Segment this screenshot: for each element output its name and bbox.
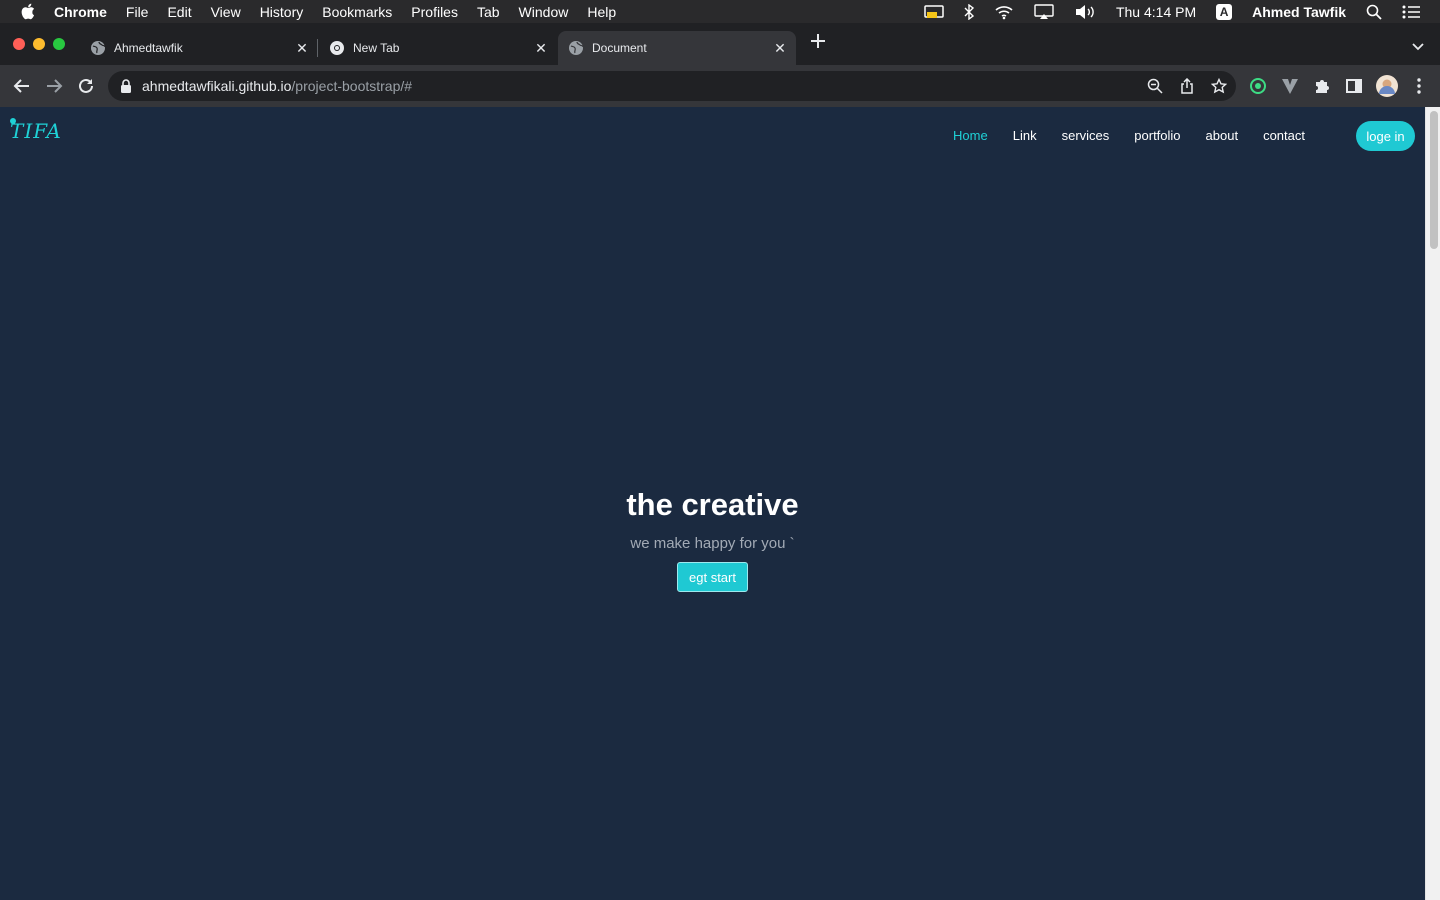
tab-search-chevron-icon[interactable]	[1408, 36, 1428, 56]
bookmark-star-icon[interactable]	[1210, 77, 1228, 95]
zoom-window-button[interactable]	[53, 38, 65, 50]
input-source-badge[interactable]: A	[1216, 3, 1233, 20]
forward-arrow-icon[interactable]	[44, 76, 64, 96]
brand-logo[interactable]: TIFA	[10, 119, 62, 143]
nav-link-about[interactable]: about	[1206, 128, 1239, 143]
menu-window[interactable]: Window	[519, 4, 569, 20]
close-tab-icon[interactable]: ✕	[772, 40, 788, 56]
minimize-window-button[interactable]	[33, 38, 45, 50]
globe-icon	[568, 40, 584, 56]
chrome-tab-strip: Ahmedtawfik ✕ New Tab ✕ Document ✕	[0, 23, 1440, 65]
nav-link-portfolio[interactable]: portfolio	[1134, 128, 1180, 143]
close-window-button[interactable]	[13, 38, 25, 50]
apple-logo-icon[interactable]	[20, 3, 38, 21]
chrome-icon	[329, 40, 345, 56]
puzzle-icon[interactable]	[1312, 76, 1332, 96]
extension-green-icon[interactable]	[1248, 76, 1268, 96]
tab-separator	[317, 39, 318, 57]
tab-title: New Tab	[353, 41, 400, 55]
bluetooth-icon[interactable]	[964, 3, 974, 20]
get-started-button[interactable]: egt start	[677, 562, 748, 592]
globe-icon	[90, 40, 106, 56]
volume-icon[interactable]	[1074, 4, 1096, 20]
user-name[interactable]: Ahmed Tawfik	[1252, 4, 1346, 20]
spotlight-icon[interactable]	[1366, 4, 1382, 20]
clock[interactable]: Thu 4:14 PM	[1116, 4, 1196, 20]
tab-ahmedtawfik[interactable]: Ahmedtawfik ✕	[80, 31, 318, 65]
page-scrollbar[interactable]	[1425, 107, 1440, 900]
menu-bar-status-area: Thu 4:14 PM A Ahmed Tawfik	[914, 0, 1440, 23]
menu-view[interactable]: View	[211, 4, 241, 20]
url-text[interactable]: ahmedtawfikali.github.io/project-bootstr…	[142, 78, 412, 94]
hero-title: the creative	[626, 487, 799, 522]
airplay-icon[interactable]	[1034, 3, 1054, 20]
tab-new-tab[interactable]: New Tab ✕	[319, 31, 557, 65]
nav-link-home[interactable]: Home	[953, 128, 988, 143]
tab-title: Document	[592, 41, 647, 55]
menu-edit[interactable]: Edit	[167, 4, 191, 20]
display-icon[interactable]	[924, 4, 944, 20]
page-viewport: TIFA Home Link services portfolio about …	[0, 107, 1425, 900]
url-host: ahmedtawfikali.github.io	[142, 78, 292, 94]
menu-help[interactable]: Help	[587, 4, 616, 20]
site-navbar: TIFA Home Link services portfolio about …	[0, 107, 1425, 165]
address-bar[interactable]: ahmedtawfikali.github.io/project-bootstr…	[108, 71, 1236, 101]
hero-section: the creative we make happy for you ` egt…	[0, 487, 1425, 592]
sidebar-icon[interactable]	[1344, 76, 1364, 96]
vuetify-icon[interactable]	[1280, 76, 1300, 96]
menu-tab[interactable]: Tab	[477, 4, 500, 20]
zoom-icon[interactable]	[1146, 77, 1164, 95]
new-tab-plus-icon[interactable]	[808, 31, 828, 51]
menu-profiles[interactable]: Profiles	[411, 4, 458, 20]
close-tab-icon[interactable]: ✕	[294, 40, 310, 56]
input-source-letter: A	[1216, 3, 1233, 20]
login-button[interactable]: loge in	[1356, 121, 1415, 151]
menu-bookmarks[interactable]: Bookmarks	[322, 4, 392, 20]
address-bar-actions	[1132, 77, 1228, 95]
chrome-toolbar: ahmedtawfikali.github.io/project-bootstr…	[0, 65, 1440, 107]
menu-app-name[interactable]: Chrome	[54, 4, 107, 20]
close-tab-icon[interactable]: ✕	[533, 40, 549, 56]
nav-link-link[interactable]: Link	[1013, 128, 1037, 143]
tab-title: Ahmedtawfik	[114, 41, 183, 55]
scrollbar-thumb[interactable]	[1430, 111, 1438, 249]
url-path: /project-bootstrap/#	[291, 78, 413, 94]
tab-document[interactable]: Document ✕	[558, 31, 796, 65]
macos-menu-bar: Chrome File Edit View History Bookmarks …	[0, 0, 1440, 23]
menu-file[interactable]: File	[126, 4, 149, 20]
nav-links: Home Link services portfolio about conta…	[928, 128, 1305, 143]
profile-avatar[interactable]	[1376, 75, 1398, 97]
nav-link-services[interactable]: services	[1062, 128, 1110, 143]
menu-history[interactable]: History	[260, 4, 304, 20]
hero-tagline: we make happy for you `	[630, 535, 795, 552]
reload-icon[interactable]	[76, 76, 96, 96]
nav-link-contact[interactable]: contact	[1263, 128, 1305, 143]
back-arrow-icon[interactable]	[12, 76, 32, 96]
menu-dots-icon[interactable]	[1409, 76, 1429, 96]
wifi-icon[interactable]	[994, 4, 1014, 20]
control-center-icon[interactable]	[1402, 5, 1420, 19]
lock-icon[interactable]	[120, 79, 132, 93]
share-icon[interactable]	[1178, 77, 1196, 95]
